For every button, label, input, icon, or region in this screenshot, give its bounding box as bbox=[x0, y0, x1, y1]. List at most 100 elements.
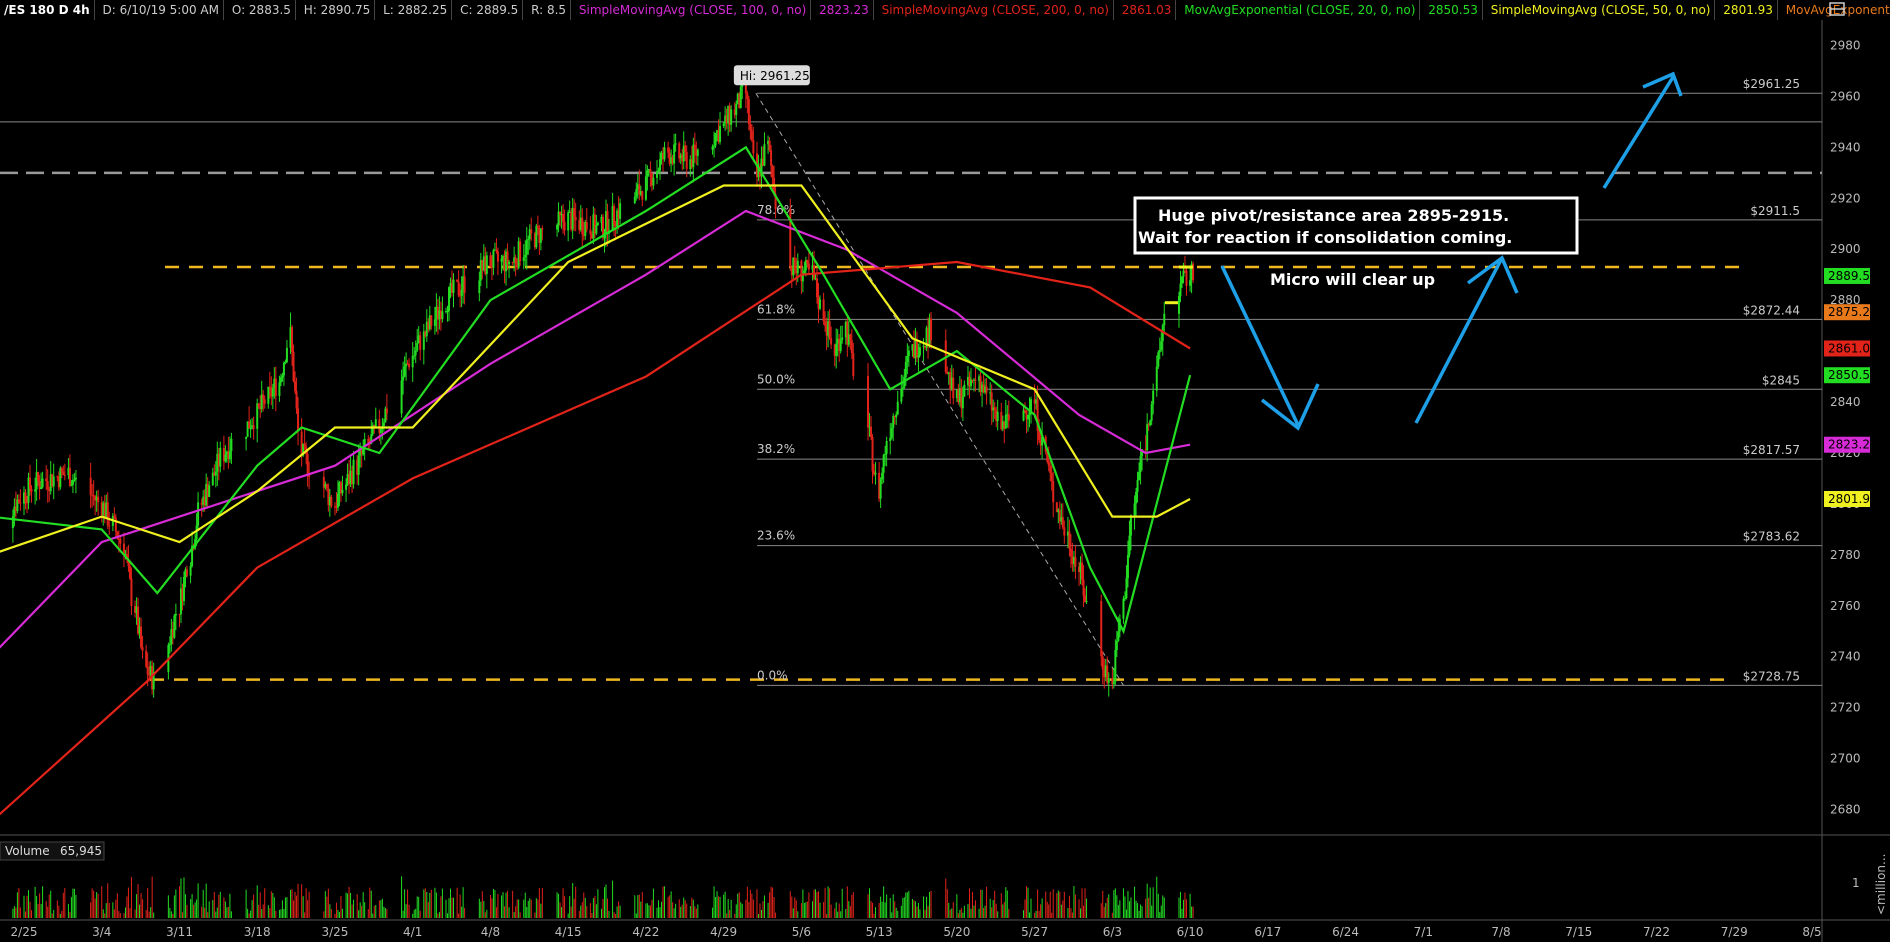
candle-body bbox=[652, 177, 655, 186]
moving-average-line bbox=[0, 209, 1191, 649]
candle-body bbox=[60, 468, 63, 472]
price-tick-label: 2720 bbox=[1830, 701, 1861, 715]
candle-body bbox=[230, 438, 233, 452]
candle-body bbox=[400, 380, 403, 414]
candle-body bbox=[1128, 535, 1131, 555]
candle-body bbox=[106, 502, 109, 526]
level-price-label: $2783.62 bbox=[1743, 530, 1800, 544]
candle-body bbox=[1004, 414, 1007, 429]
candle-body bbox=[646, 170, 649, 177]
candle-body bbox=[70, 484, 73, 486]
candle-body bbox=[416, 343, 419, 351]
candle-body bbox=[635, 189, 638, 197]
candle-body bbox=[849, 334, 852, 341]
candle-body bbox=[97, 496, 100, 503]
candle-body bbox=[245, 436, 248, 439]
candle-body bbox=[496, 251, 499, 262]
candle-body bbox=[303, 443, 306, 447]
candle-body bbox=[1068, 531, 1071, 549]
candle-body bbox=[485, 255, 488, 274]
level-price-label: $2845 bbox=[1762, 373, 1800, 387]
candle-body bbox=[357, 455, 360, 475]
candle-body bbox=[563, 221, 566, 231]
candle-body bbox=[1069, 548, 1072, 557]
candle-body bbox=[297, 408, 300, 432]
candle-body bbox=[224, 454, 227, 462]
candle-body bbox=[885, 441, 888, 454]
candle-body bbox=[835, 343, 838, 356]
candle-body bbox=[345, 484, 348, 490]
candle-body bbox=[896, 401, 899, 415]
candle-body bbox=[514, 257, 517, 264]
candle-body bbox=[460, 289, 463, 296]
candle-body bbox=[815, 278, 818, 298]
candle-body bbox=[659, 159, 662, 171]
candle-body bbox=[330, 496, 333, 507]
time-tick-label: 5/13 bbox=[866, 925, 893, 939]
candle-body bbox=[882, 455, 885, 473]
settings-icon[interactable] bbox=[1829, 2, 1845, 16]
candle-body bbox=[763, 144, 766, 166]
candle-body bbox=[294, 381, 297, 391]
candle-body bbox=[119, 538, 122, 544]
candle-body bbox=[492, 250, 495, 268]
time-tick-label: 3/18 bbox=[244, 925, 271, 939]
candle-body bbox=[185, 569, 188, 576]
candle-body bbox=[228, 451, 231, 460]
candle-body bbox=[1152, 390, 1155, 405]
candle-body bbox=[771, 165, 774, 178]
candle-body bbox=[1136, 480, 1139, 492]
time-tick-label: 6/24 bbox=[1332, 925, 1359, 939]
candle-body bbox=[993, 407, 996, 411]
candle-body bbox=[71, 479, 74, 485]
candle-body bbox=[841, 337, 844, 341]
candle-body bbox=[673, 144, 676, 164]
price-tick-label: 2760 bbox=[1830, 599, 1861, 613]
candle-body bbox=[419, 335, 422, 350]
candle-body bbox=[917, 355, 920, 358]
candle-body bbox=[719, 125, 722, 142]
candle-body bbox=[889, 437, 892, 442]
candle-body bbox=[556, 224, 559, 230]
candle-body bbox=[530, 229, 533, 234]
candle-body bbox=[739, 86, 742, 108]
candle-body bbox=[525, 239, 528, 255]
candle-body bbox=[1050, 472, 1053, 482]
candle-body bbox=[19, 502, 22, 504]
candle-body bbox=[40, 487, 43, 490]
candle-body bbox=[796, 260, 799, 274]
candle-body bbox=[63, 475, 66, 477]
candle-body bbox=[1185, 270, 1188, 286]
candle-body bbox=[46, 481, 49, 490]
candle-body bbox=[1085, 601, 1088, 603]
candle-body bbox=[974, 379, 977, 381]
candle-body bbox=[539, 228, 542, 243]
candle-body bbox=[1189, 280, 1192, 286]
candle-body bbox=[45, 478, 48, 482]
candle-body bbox=[433, 319, 436, 326]
candle-body bbox=[1155, 366, 1158, 391]
candle-body bbox=[524, 254, 527, 258]
candle-body bbox=[839, 340, 842, 352]
candle-body bbox=[1052, 481, 1055, 503]
volume-value: 65,945 bbox=[60, 844, 102, 858]
candle-body bbox=[141, 647, 144, 651]
candle-body bbox=[456, 279, 459, 282]
candle-body bbox=[408, 363, 411, 368]
candle-body bbox=[1163, 313, 1166, 326]
price-chart[interactable]: 2680270027202740276027802800282028402860… bbox=[0, 0, 1890, 942]
candle-body bbox=[1146, 424, 1149, 451]
candle-body bbox=[1135, 491, 1138, 504]
candle-body bbox=[606, 211, 609, 234]
candle-body bbox=[906, 355, 909, 363]
candle-body bbox=[130, 578, 133, 606]
fib-level-label: 23.6% bbox=[757, 529, 795, 543]
candle-body bbox=[541, 228, 544, 230]
candle-body bbox=[1129, 515, 1132, 536]
candle-body bbox=[1125, 578, 1128, 599]
candle-body bbox=[52, 476, 55, 487]
high-label-text: Hi: 2961.25 bbox=[740, 69, 810, 83]
candle-body bbox=[29, 477, 31, 489]
candle-body bbox=[961, 396, 964, 409]
candle-body bbox=[267, 386, 270, 404]
